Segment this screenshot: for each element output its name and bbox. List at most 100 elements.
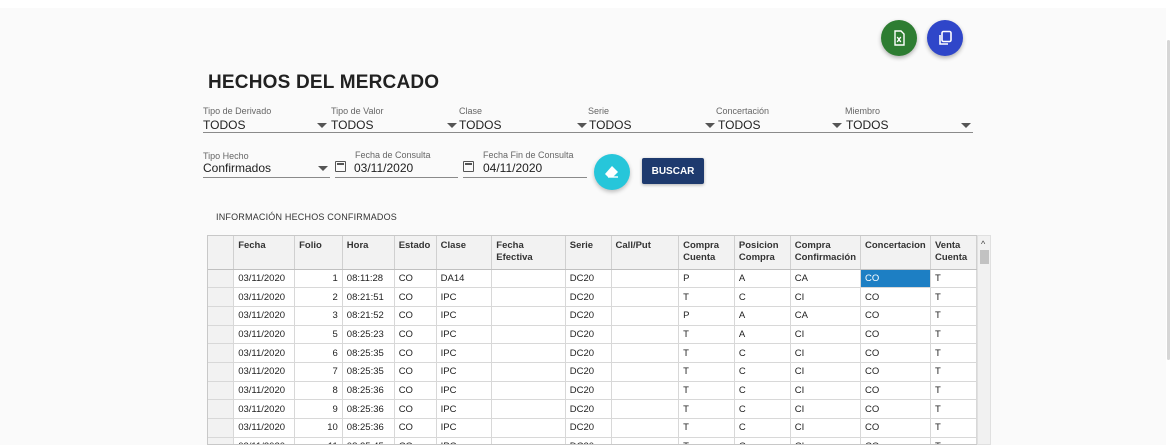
table-cell[interactable] <box>491 306 566 326</box>
row-selector[interactable] <box>208 437 235 444</box>
column-header[interactable]: Concertacion <box>860 236 931 270</box>
table-cell[interactable]: CO <box>860 362 931 382</box>
table-cell[interactable]: T <box>678 418 735 438</box>
column-header[interactable]: Clase <box>436 236 493 270</box>
table-cell[interactable]: 08:25:35 <box>342 343 395 363</box>
table-cell[interactable]: DC20 <box>565 381 612 401</box>
row-selector[interactable] <box>208 287 235 307</box>
table-cell[interactable]: CO <box>860 418 931 438</box>
table-cell[interactable] <box>611 437 680 444</box>
clear-filters-button[interactable] <box>594 154 630 190</box>
table-cell[interactable]: 08:11:28 <box>342 269 395 289</box>
table-cell[interactable]: CO <box>860 437 931 444</box>
table-cell[interactable]: 03/11/2020 <box>233 306 296 326</box>
scrollbar-thumb[interactable] <box>980 250 989 264</box>
table-cell[interactable]: CO <box>394 325 437 345</box>
row-selector[interactable] <box>208 269 235 289</box>
calendar-icon[interactable] <box>463 161 474 172</box>
table-cell[interactable]: 10 <box>294 418 343 438</box>
table-cell[interactable]: CI <box>790 362 861 382</box>
table-cell[interactable]: T <box>930 437 977 444</box>
table-cell[interactable]: T <box>678 381 735 401</box>
column-header[interactable]: Hora <box>342 236 395 270</box>
table-cell[interactable] <box>611 399 680 419</box>
table-cell[interactable]: CO <box>860 399 931 419</box>
table-cell[interactable]: DC20 <box>565 269 612 289</box>
table-cell[interactable]: DA14 <box>436 269 493 289</box>
table-scrollbar[interactable]: ^ <box>977 235 991 445</box>
table-cell[interactable]: CI <box>790 418 861 438</box>
column-header[interactable]: Call/Put <box>611 236 680 270</box>
table-cell[interactable]: T <box>678 399 735 419</box>
table-cell[interactable]: T <box>930 381 977 401</box>
table-cell[interactable]: CO <box>860 325 931 345</box>
table-cell[interactable]: CO <box>394 437 437 444</box>
table-cell[interactable]: 08:25:36 <box>342 399 395 419</box>
table-cell[interactable] <box>491 381 566 401</box>
table-cell[interactable]: 08:21:51 <box>342 287 395 307</box>
table-cell[interactable]: 08:25:23 <box>342 325 395 345</box>
table-cell[interactable]: IPC <box>436 399 493 419</box>
table-cell[interactable]: 03/11/2020 <box>233 381 296 401</box>
table-cell[interactable]: CO <box>860 381 931 401</box>
table-cell[interactable]: T <box>678 437 735 444</box>
table-row[interactable]: 03/11/2020 1 08:11:28 CO DA14 DC20 P A CA CO T <box>208 269 977 289</box>
copy-button[interactable] <box>927 20 963 56</box>
table-cell[interactable]: 08:25:45 <box>342 437 395 444</box>
table-cell[interactable] <box>491 269 566 289</box>
table-cell[interactable]: 08:25:35 <box>342 362 395 382</box>
table-cell[interactable]: CO <box>860 287 931 307</box>
table-cell[interactable]: CO <box>860 269 931 289</box>
table-cell[interactable]: C <box>734 287 791 307</box>
table-cell[interactable]: T <box>678 343 735 363</box>
table-cell[interactable]: CA <box>790 269 861 289</box>
table-cell[interactable]: 03/11/2020 <box>233 418 296 438</box>
row-selector[interactable] <box>208 343 235 363</box>
row-selector[interactable] <box>208 381 235 401</box>
table-cell[interactable] <box>611 306 680 326</box>
search-button[interactable]: BUSCAR <box>642 158 704 184</box>
table-cell[interactable]: CO <box>394 399 437 419</box>
table-cell[interactable]: 08:25:36 <box>342 418 395 438</box>
export-excel-button[interactable] <box>881 20 917 56</box>
table-cell[interactable]: IPC <box>436 437 493 444</box>
table-row[interactable]: 03/11/2020 5 08:25:23 CO IPC DC20 T A CI CO T <box>208 325 977 345</box>
table-cell[interactable] <box>491 418 566 438</box>
table-cell[interactable]: IPC <box>436 287 493 307</box>
table-cell[interactable]: 11 <box>294 437 343 444</box>
table-cell[interactable]: C <box>734 418 791 438</box>
table-cell[interactable]: T <box>930 399 977 419</box>
column-header[interactable]: Serie <box>565 236 612 270</box>
table-cell[interactable]: IPC <box>436 381 493 401</box>
table-cell[interactable]: C <box>734 437 791 444</box>
column-header[interactable]: Compra Confirmación <box>790 236 861 270</box>
table-cell[interactable]: 2 <box>294 287 343 307</box>
table-cell[interactable]: 6 <box>294 343 343 363</box>
table-cell[interactable] <box>491 343 566 363</box>
table-cell[interactable]: 7 <box>294 362 343 382</box>
table-cell[interactable]: IPC <box>436 418 493 438</box>
table-cell[interactable]: DC20 <box>565 343 612 363</box>
table-cell[interactable]: A <box>734 269 791 289</box>
table-row[interactable]: 03/11/20201108:25:45COIPCDC20TCCICOT <box>208 437 977 444</box>
column-header[interactable]: Venta Cuenta <box>930 236 977 270</box>
table-cell[interactable]: T <box>930 418 977 438</box>
column-header[interactable]: Estado <box>394 236 437 270</box>
table-cell[interactable]: IPC <box>436 325 493 345</box>
table-row[interactable]: 03/11/2020 8 08:25:36 CO IPC DC20 T C CI CO T <box>208 381 977 401</box>
row-selector[interactable] <box>208 306 235 326</box>
table-cell[interactable]: CO <box>860 343 931 363</box>
table-cell[interactable]: DC20 <box>565 287 612 307</box>
column-header[interactable]: Compra Cuenta <box>678 236 735 270</box>
table-cell[interactable]: CI <box>790 343 861 363</box>
table-cell[interactable]: CO <box>394 343 437 363</box>
table-cell[interactable] <box>611 418 680 438</box>
table-cell[interactable] <box>611 343 680 363</box>
table-cell[interactable]: C <box>734 362 791 382</box>
table-cell[interactable]: IPC <box>436 362 493 382</box>
table-cell[interactable]: T <box>930 343 977 363</box>
row-selector[interactable] <box>208 418 235 438</box>
table-cell[interactable]: 08:21:52 <box>342 306 395 326</box>
table-cell[interactable]: A <box>734 325 791 345</box>
table-row[interactable]: 03/11/2020 6 08:25:35 CO IPC DC20 T C CI CO T <box>208 343 977 363</box>
